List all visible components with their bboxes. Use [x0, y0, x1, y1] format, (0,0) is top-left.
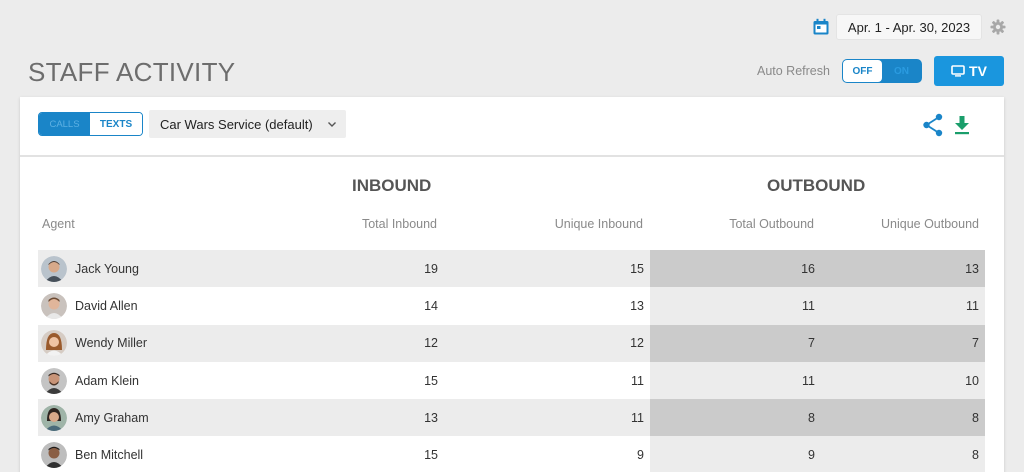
texts-tab[interactable]: TEXTS [90, 113, 142, 135]
agent-name: Adam Klein [75, 373, 139, 388]
toggle-off-option[interactable]: OFF [843, 60, 882, 82]
calls-tab[interactable]: CALLS [39, 113, 91, 135]
total-inbound-cell: 13 [248, 399, 444, 437]
avatar [41, 255, 67, 282]
unique-inbound-cell: 11 [444, 399, 650, 437]
calls-texts-switch[interactable]: CALLS TEXTS [38, 112, 143, 136]
total-inbound-cell: 14 [424, 298, 438, 313]
unique-inbound-cell: 13 [630, 298, 644, 313]
table-row[interactable]: Ben Mitchell 15 9 9 8 [38, 436, 985, 472]
total-outbound-cell: 16 [650, 250, 821, 288]
date-range-field[interactable]: Apr. 1 - Apr. 30, 2023 [836, 14, 982, 40]
page-title: STAFF ACTIVITY [28, 57, 236, 87]
column-header-unique-outbound[interactable]: Unique Outbound [881, 217, 979, 231]
avatar [41, 330, 67, 357]
agent-name: Wendy Miller [75, 336, 148, 351]
card-toolbar: CALLS TEXTS Car Wars Service (default) [20, 97, 1004, 157]
unique-inbound-cell: 12 [444, 324, 650, 362]
unique-inbound-cell: 15 [444, 250, 650, 288]
avatar [41, 442, 67, 469]
gear-icon[interactable] [990, 19, 1006, 35]
service-selected-value: Car Wars Service (default) [160, 116, 313, 132]
chevron-down-icon [328, 122, 336, 127]
table-row[interactable]: David Allen 14 13 11 11 [38, 287, 985, 325]
total-inbound-cell: 15 [424, 448, 438, 463]
tv-button-label: TV [969, 63, 987, 79]
table-row[interactable]: Wendy Miller 12 12 7 7 [38, 324, 985, 362]
avatar [41, 404, 67, 431]
download-icon[interactable] [953, 115, 971, 135]
total-outbound-cell: 11 [650, 361, 821, 400]
tv-mode-button[interactable]: TV [934, 56, 1004, 86]
service-dropdown[interactable]: Car Wars Service (default) [149, 110, 346, 138]
unique-inbound-cell: 9 [637, 448, 644, 463]
auto-refresh-toggle[interactable]: OFF ON [842, 59, 922, 83]
agent-name: Jack Young [75, 261, 139, 276]
unique-outbound-cell: 8 [821, 436, 985, 472]
unique-inbound-cell: 11 [631, 373, 644, 388]
share-icon[interactable] [922, 113, 944, 137]
total-inbound-cell: 15 [424, 373, 438, 388]
total-outbound-cell: 7 [650, 324, 821, 362]
table-row[interactable]: Adam Klein 15 11 11 10 [38, 361, 985, 400]
outbound-group-header: OUTBOUND [767, 176, 866, 195]
auto-refresh-label: Auto Refresh [757, 64, 830, 78]
date-range-picker[interactable]: Apr. 1 - Apr. 30, 2023 [812, 14, 1006, 40]
calendar-icon[interactable] [812, 18, 830, 36]
unique-outbound-cell: 8 [821, 399, 985, 437]
column-header-total-outbound[interactable]: Total Outbound [729, 217, 814, 231]
total-outbound-cell: 9 [650, 436, 821, 472]
unique-outbound-cell: 11 [821, 287, 985, 325]
agent-name: David Allen [75, 298, 138, 313]
total-inbound-cell: 19 [248, 250, 444, 288]
column-header-unique-inbound[interactable]: Unique Inbound [555, 217, 643, 231]
tv-icon [951, 65, 965, 77]
agent-name: Amy Graham [75, 410, 149, 425]
agent-name: Ben Mitchell [75, 448, 144, 463]
avatar [41, 292, 67, 319]
unique-outbound-cell: 10 [821, 361, 985, 400]
unique-outbound-cell: 13 [821, 250, 985, 288]
unique-outbound-cell: 7 [821, 324, 985, 362]
staff-activity-card: CALLS TEXTS Car Wars Service (default) I… [20, 97, 1004, 472]
total-inbound-cell: 12 [248, 324, 444, 362]
table-row[interactable]: Jack Young 19 15 16 13 [38, 250, 985, 288]
table-row[interactable]: Amy Graham 13 11 8 8 [38, 399, 985, 437]
total-outbound-cell: 8 [650, 399, 821, 437]
column-header-agent[interactable]: Agent [42, 217, 75, 231]
toggle-on-option[interactable]: ON [882, 60, 921, 82]
staff-activity-table: Jack Young 19 15 16 13 David Allen 14 13… [38, 250, 985, 472]
avatar [41, 367, 67, 394]
total-outbound-cell: 11 [650, 287, 821, 325]
column-header-total-inbound[interactable]: Total Inbound [362, 217, 437, 231]
inbound-group-header: INBOUND [352, 176, 432, 195]
